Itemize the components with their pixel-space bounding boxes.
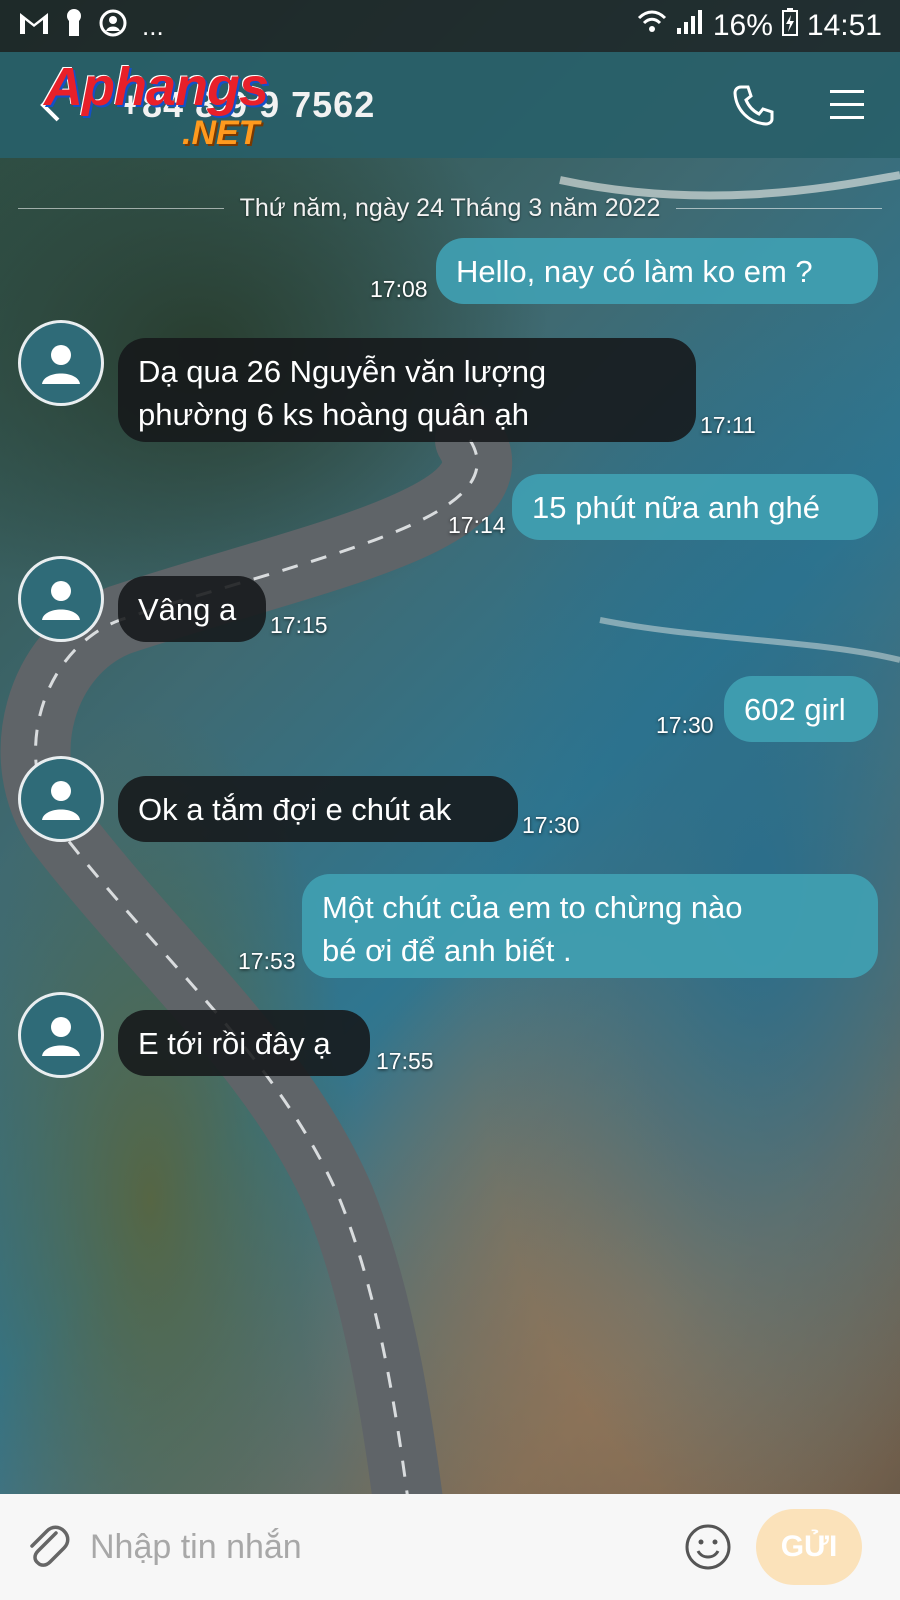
menu-button[interactable]: [824, 82, 870, 128]
message-time: 17:53: [238, 948, 296, 974]
battery-charging-icon: [781, 7, 799, 45]
signal-icon: [675, 8, 705, 44]
clock: 14:51: [806, 9, 882, 42]
message-input[interactable]: [90, 1517, 670, 1577]
back-button[interactable]: [30, 85, 70, 125]
message-time: 17:08: [370, 276, 428, 302]
divider-line: [676, 207, 882, 209]
date-label: Thứ năm, ngày 24 Tháng 3 năm 2022: [239, 193, 661, 222]
message-text: Ok a tắm đợi e chút ak: [138, 792, 452, 827]
message-line: Một chút của em to chừng nào: [322, 890, 743, 925]
message-text: Vâng a: [138, 592, 237, 627]
emoji-button[interactable]: [680, 1519, 736, 1575]
status-more: ...: [142, 10, 164, 41]
avatar[interactable]: [18, 556, 104, 642]
message-text: E tới rồi đây ạ: [138, 1026, 331, 1061]
attach-button[interactable]: [20, 1519, 76, 1575]
incoming-message[interactable]: Vâng a: [118, 576, 266, 642]
message-line: Dạ qua 26 Nguyễn văn lượng: [138, 354, 547, 389]
message-time: 17:15: [270, 612, 328, 638]
message-time: 17:30: [522, 812, 580, 838]
incoming-message[interactable]: Dạ qua 26 Nguyễn văn lượng phường 6 ks h…: [118, 338, 696, 442]
outgoing-message[interactable]: 15 phút nữa anh ghé: [512, 474, 878, 540]
divider-line: [18, 207, 224, 209]
incoming-message[interactable]: Ok a tắm đợi e chút ak: [118, 776, 518, 842]
message-text: 15 phút nữa anh ghé: [532, 490, 820, 525]
chevron-left-icon: [40, 88, 60, 122]
battery-percent: 16%: [712, 9, 773, 42]
call-button[interactable]: [730, 82, 776, 128]
person-icon: [42, 345, 80, 384]
menu-icon: [830, 90, 864, 119]
account-icon: [98, 8, 128, 45]
person-icon: [42, 781, 80, 820]
outgoing-message[interactable]: Một chút của em to chừng nào bé ơi để an…: [302, 874, 878, 978]
incoming-message[interactable]: E tới rồi đây ạ: [118, 1010, 370, 1076]
person-icon: [42, 581, 80, 620]
message-time: 17:55: [376, 1048, 434, 1074]
wifi-icon: [637, 8, 667, 44]
gmail-icon: [18, 10, 50, 43]
contact-name[interactable]: +84 8 9 9 7562: [120, 84, 375, 126]
outgoing-message[interactable]: 602 girl: [724, 676, 878, 742]
avatar[interactable]: [18, 756, 104, 842]
message-text: Hello, nay có làm ko em ?: [456, 254, 813, 289]
conversation-header: +84 8 9 9 7562: [0, 52, 900, 158]
avatar[interactable]: [18, 320, 104, 406]
message-line: bé ơi để anh biết .: [322, 933, 572, 968]
status-bar: ... 16% 14:51: [0, 0, 900, 52]
date-divider: Thứ năm, ngày 24 Tháng 3 năm 2022: [18, 188, 882, 228]
person-icon: [42, 1017, 80, 1056]
paperclip-icon: [30, 1525, 70, 1567]
message-text: 602 girl: [744, 692, 846, 727]
smiley-icon: [685, 1524, 731, 1570]
message-time: 17:14: [448, 512, 506, 538]
message-time: 17:11: [700, 412, 756, 438]
message-line: phường 6 ks hoàng quân ạh: [138, 397, 529, 432]
avatar[interactable]: [18, 992, 104, 1078]
phone-icon: [733, 85, 774, 126]
compose-bar: GỬI: [0, 1494, 900, 1600]
keyhole-icon: [64, 8, 84, 45]
send-button[interactable]: GỬI: [756, 1509, 862, 1585]
message-time: 17:30: [656, 712, 714, 738]
outgoing-message[interactable]: Hello, nay có làm ko em ?: [436, 238, 878, 304]
